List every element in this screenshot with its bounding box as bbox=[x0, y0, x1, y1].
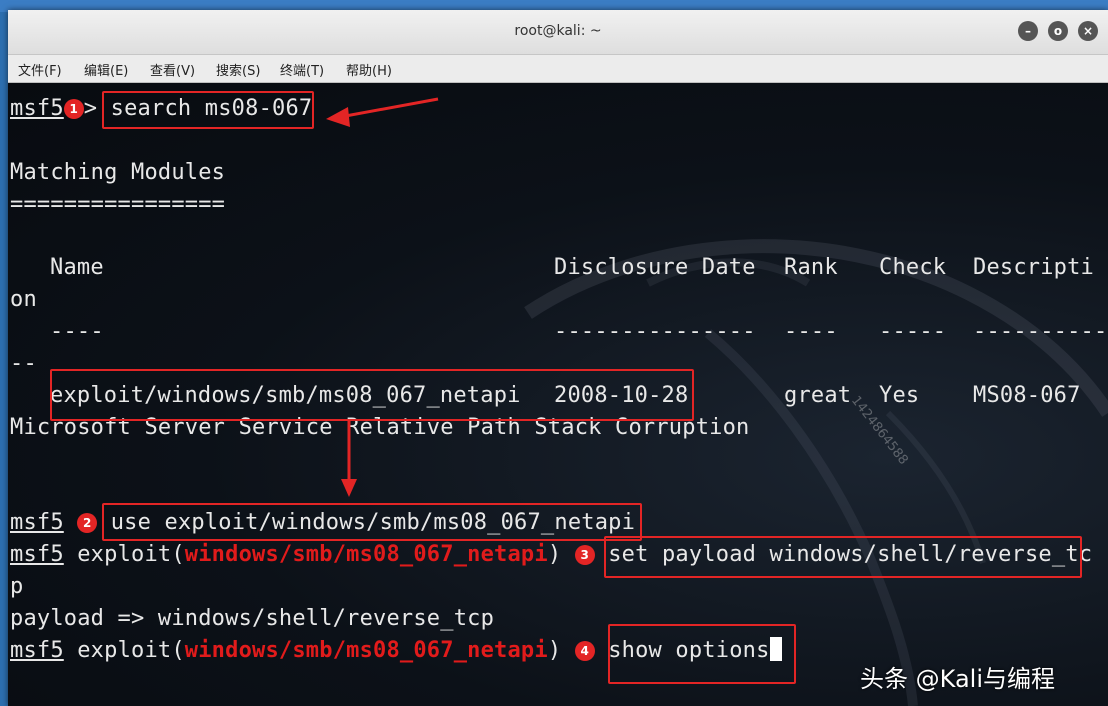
annotation-arrows bbox=[326, 97, 439, 497]
title-bar: root@kali: ~ – o × bbox=[8, 10, 1108, 55]
menu-file[interactable]: 文件(F) bbox=[18, 60, 62, 79]
menu-search[interactable]: 搜索(S) bbox=[216, 60, 260, 79]
terminal-window: root@kali: ~ – o × 文件(F) 编辑(E) 查看(V) 搜索(… bbox=[8, 10, 1108, 706]
terminal-output[interactable]: msf5 1 > search ms08-067 Matching Modules … bbox=[8, 83, 1108, 706]
menu-view[interactable]: 查看(V) bbox=[150, 60, 195, 79]
maximize-button[interactable]: o bbox=[1048, 21, 1068, 41]
menu-help[interactable]: 帮助(H) bbox=[346, 60, 392, 79]
menu-terminal[interactable]: 终端(T) bbox=[280, 60, 324, 79]
arrow-head-use bbox=[341, 479, 357, 497]
arrow-head-search bbox=[326, 107, 350, 127]
menu-bar: 文件(F) 编辑(E) 查看(V) 搜索(S) 终端(T) 帮助(H) bbox=[8, 55, 1108, 83]
close-button[interactable]: × bbox=[1078, 21, 1098, 41]
menu-edit[interactable]: 编辑(E) bbox=[84, 60, 128, 79]
minimize-button[interactable]: – bbox=[1018, 21, 1038, 41]
watermark-brand: 头条 @Kali与编程 bbox=[860, 665, 1055, 693]
window-title: root@kali: ~ bbox=[514, 23, 602, 39]
arrow-to-search bbox=[339, 97, 439, 119]
